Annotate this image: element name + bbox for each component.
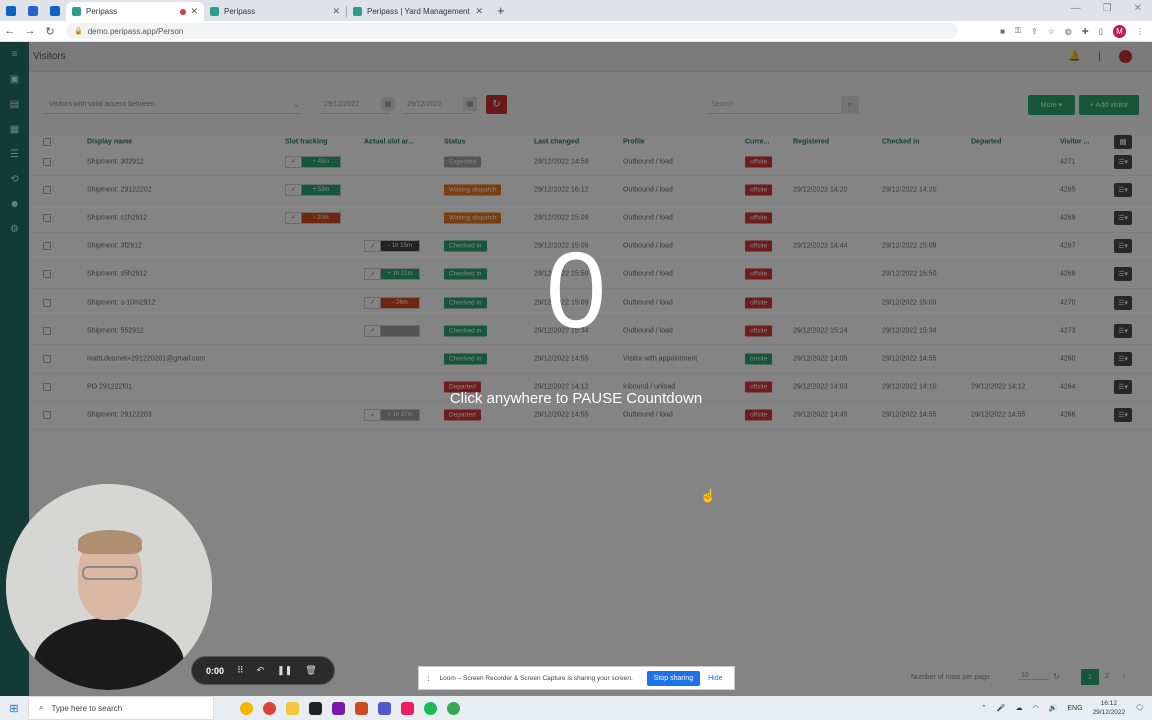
pause-icon[interactable]: ❚❚ bbox=[277, 665, 292, 676]
clock-date: 29/12/2022 bbox=[1092, 709, 1126, 716]
grid-icon[interactable]: ⠿ bbox=[237, 665, 244, 676]
forward-icon[interactable]: → bbox=[20, 25, 40, 37]
screen-share-bar: ⋮ Loom – Screen Recorder & Screen Captur… bbox=[418, 666, 735, 690]
recorder-controls: 0:00 ⠿ ↶ ❚❚ 🗑 bbox=[191, 656, 335, 685]
powerpoint-icon[interactable] bbox=[355, 701, 368, 715]
menu-kebab-icon[interactable]: ⋮ bbox=[1136, 27, 1144, 36]
spotify-icon[interactable] bbox=[424, 701, 437, 715]
puzzle-icon[interactable]: ✚ bbox=[1082, 27, 1089, 36]
pinned-tab-outlook-2[interactable] bbox=[44, 0, 66, 21]
profile-avatar[interactable]: M bbox=[1113, 24, 1126, 38]
share-icon[interactable]: ⇪ bbox=[1031, 27, 1038, 36]
peripass-favicon-icon bbox=[210, 7, 219, 16]
wifi-icon[interactable]: ◠ bbox=[1033, 704, 1039, 712]
stop-sharing-button[interactable]: Stop sharing bbox=[646, 670, 701, 686]
volume-icon[interactable]: 🔊 bbox=[1049, 704, 1058, 712]
peripass-favicon-icon bbox=[72, 7, 81, 16]
undo-icon[interactable]: ↶ bbox=[257, 665, 265, 676]
pause-countdown-message[interactable]: Click anywhere to PAUSE Countdown bbox=[0, 390, 1152, 407]
microphone-icon[interactable]: 🎤 bbox=[997, 704, 1006, 712]
extensions-area: ■ ⚿ ⇪ ☆ ◍ ✚ ▯ M ⋮ bbox=[1000, 24, 1144, 38]
minimize-icon[interactable]: — bbox=[1071, 3, 1081, 14]
onenote-icon[interactable] bbox=[332, 701, 345, 715]
webcam-bubble[interactable] bbox=[6, 484, 212, 690]
new-tab-icon[interactable]: + bbox=[497, 3, 505, 18]
taskbar-search-placeholder: Type here to search bbox=[51, 703, 123, 713]
recording-dot-icon bbox=[180, 9, 186, 15]
reload-icon[interactable]: ↻ bbox=[40, 25, 60, 38]
chrome-alt-icon[interactable] bbox=[447, 701, 460, 715]
file-explorer-icon[interactable] bbox=[286, 701, 299, 715]
maximize-icon[interactable]: ❐ bbox=[1103, 3, 1112, 14]
window-close-icon[interactable]: ✕ bbox=[1134, 3, 1142, 14]
trash-icon[interactable]: 🗑 bbox=[305, 665, 316, 676]
taskbar-search-input[interactable]: ⌕ Type here to search bbox=[28, 696, 214, 720]
lock-icon: 🔒 bbox=[74, 28, 83, 35]
chrome-profile-icon[interactable] bbox=[263, 701, 276, 715]
url-text: demo.peripass.app/Person bbox=[87, 26, 184, 36]
share-message: Loom – Screen Recorder & Screen Capture … bbox=[439, 674, 633, 682]
tab-label: Peripass | Yard Management bbox=[367, 7, 470, 16]
close-icon[interactable]: ✕ bbox=[475, 6, 483, 17]
notion-icon[interactable] bbox=[309, 701, 322, 715]
mouse-cursor-icon: ☝ bbox=[700, 488, 717, 503]
pinned-tab-todo[interactable] bbox=[22, 0, 44, 21]
chevron-up-icon[interactable]: ⌃ bbox=[981, 704, 987, 712]
clock-time: 16:12 bbox=[1100, 700, 1117, 707]
pinned-tab-outlook[interactable] bbox=[0, 0, 22, 21]
language-indicator[interactable]: ENG bbox=[1067, 705, 1082, 712]
extension-icon[interactable]: ◍ bbox=[1065, 27, 1072, 36]
recording-time: 0:00 bbox=[206, 665, 225, 676]
windows-start-icon[interactable]: ⊞ bbox=[0, 702, 28, 715]
browser-tab-3[interactable]: Peripass | Yard Management ✕ bbox=[347, 2, 489, 21]
figma-icon[interactable] bbox=[401, 701, 414, 715]
star-icon[interactable]: ☆ bbox=[1048, 27, 1055, 36]
browser-tab-2[interactable]: Peripass ✕ bbox=[204, 2, 346, 21]
sidepanel-icon[interactable]: ▯ bbox=[1099, 27, 1103, 36]
close-icon[interactable]: ✕ bbox=[190, 6, 198, 17]
windows-taskbar: ⊞ ⌕ Type here to search ⌃ 🎤 ☁ ◠ 🔊 ENG 16… bbox=[0, 696, 1152, 720]
webcam-person-hair bbox=[78, 530, 142, 554]
camera-icon[interactable]: ■ bbox=[1000, 27, 1005, 36]
browser-tab-1[interactable]: Peripass ✕ bbox=[66, 2, 204, 21]
window-controls: — ❐ ✕ bbox=[1071, 3, 1142, 14]
address-bar-row: ← → ↻ 🔒 demo.peripass.app/Person ■ ⚿ ⇪ ☆… bbox=[0, 21, 1152, 42]
peripass-favicon-icon bbox=[353, 7, 362, 16]
cloud-icon[interactable]: ☁ bbox=[1016, 704, 1023, 712]
browser-tabbar: Peripass ✕ Peripass ✕ Peripass | Yard Ma… bbox=[0, 0, 1152, 21]
taskbar-apps bbox=[240, 701, 460, 715]
search-icon: ⌕ bbox=[39, 703, 44, 712]
notifications-icon[interactable]: 🗨 bbox=[1135, 704, 1144, 712]
tab-label: Peripass bbox=[86, 7, 118, 16]
teams-icon[interactable] bbox=[378, 701, 391, 715]
chrome-icon[interactable] bbox=[240, 701, 253, 715]
clock[interactable]: 16:12 29/12/2022 bbox=[1093, 699, 1126, 717]
close-icon[interactable]: ✕ bbox=[332, 6, 340, 17]
back-icon[interactable]: ← bbox=[0, 25, 20, 37]
drag-handle-icon[interactable]: ⋮ bbox=[425, 674, 432, 682]
system-tray: ⌃ 🎤 ☁ ◠ 🔊 ENG 16:12 29/12/2022 🗨 bbox=[981, 699, 1144, 717]
key-icon[interactable]: ⚿ bbox=[1015, 26, 1021, 36]
tab-label: Peripass bbox=[224, 7, 256, 16]
hide-button[interactable]: Hide bbox=[708, 675, 722, 682]
url-field[interactable]: 🔒 demo.peripass.app/Person bbox=[66, 23, 958, 39]
countdown-number: 0 bbox=[545, 229, 607, 350]
webcam-person-glasses bbox=[82, 566, 138, 580]
